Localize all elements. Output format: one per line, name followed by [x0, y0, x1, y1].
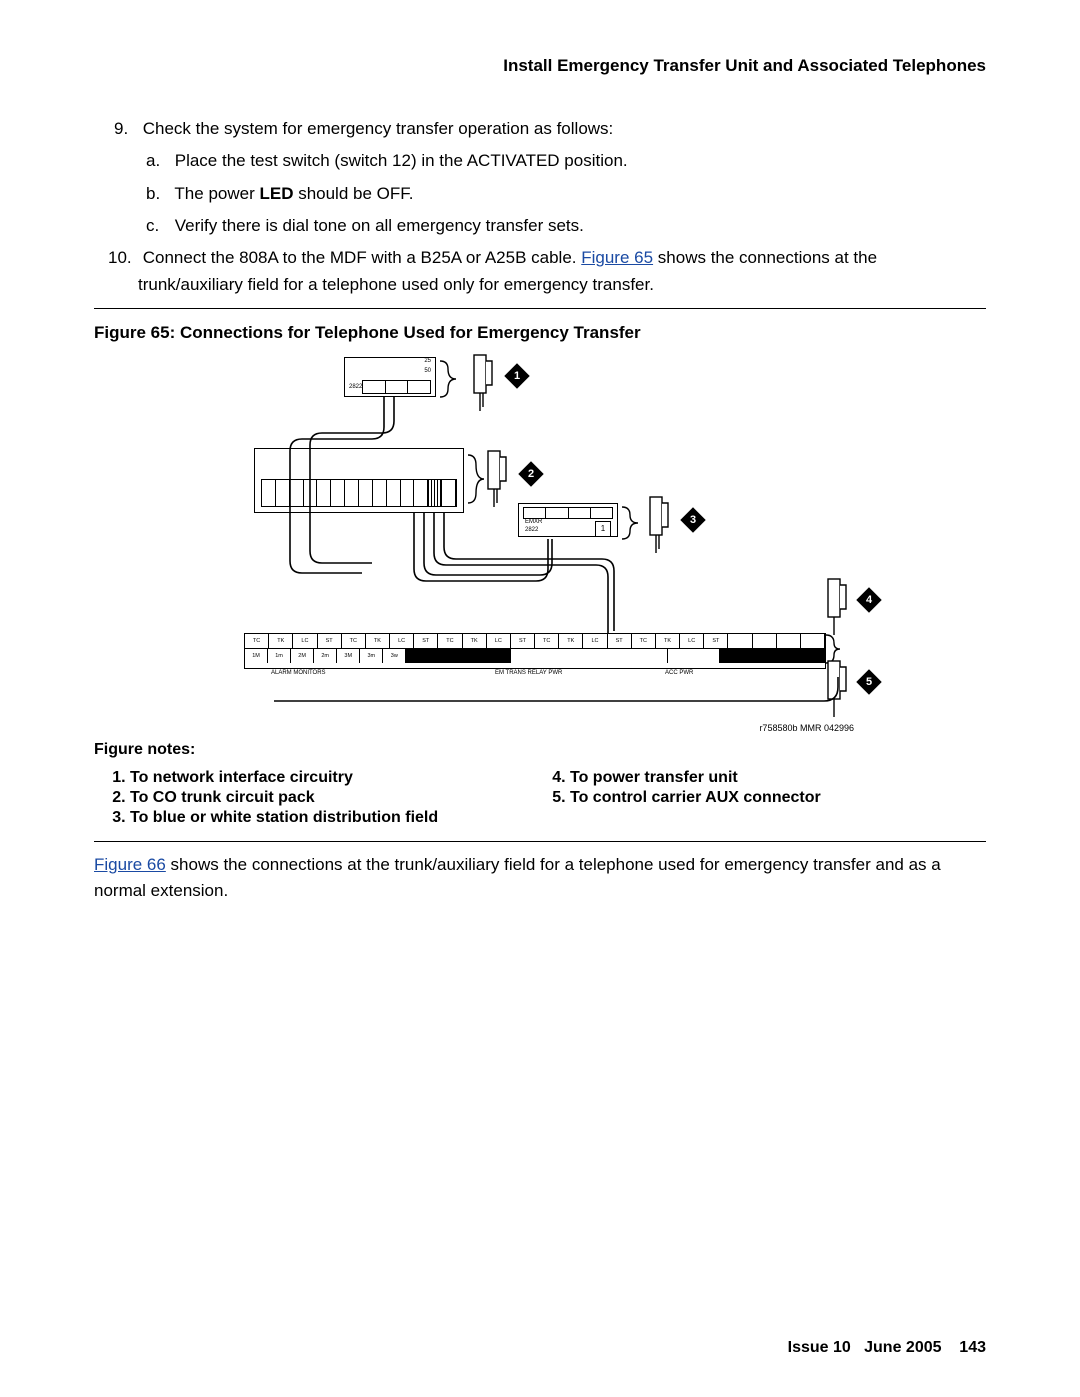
step-9: 9. Check the system for emergency transf…: [138, 116, 986, 142]
figure-65-diagram: 25 50 2822: [274, 353, 874, 733]
label-emxr: EMXR: [525, 519, 542, 525]
label-acc-pwr: ACC PWR: [665, 670, 693, 676]
step-9c-text: Verify there is dial tone on all emergen…: [175, 216, 584, 235]
step-10: 10. Connect the 808A to the MDF with a B…: [138, 245, 986, 298]
figure-66-link[interactable]: Figure 66: [94, 855, 166, 874]
step-9-number: 9.: [114, 116, 138, 142]
figure-note-item: To CO trunk circuit pack: [130, 789, 550, 807]
step-9b: b. The power LED should be OFF.: [170, 181, 986, 207]
figure-note-item: To power transfer unit: [570, 769, 850, 787]
figure-notes: To network interface circuitry To CO trun…: [110, 769, 986, 829]
footer-date: June 2005: [864, 1339, 941, 1356]
callout-4: 4: [856, 587, 881, 612]
step-10-number: 10.: [108, 245, 138, 271]
step-9a: a. Place the test switch (switch 12) in …: [170, 148, 986, 174]
callout-1: 1: [504, 363, 529, 388]
footer-issue: Issue 10: [788, 1339, 851, 1356]
callout-2: 2: [518, 461, 543, 486]
horizontal-rule: [94, 308, 986, 309]
step-9-text: Check the system for emergency transfer …: [143, 119, 614, 138]
step-9b-text-before: The power: [174, 184, 259, 203]
step-9c-letter: c.: [146, 213, 170, 239]
step-9c: c. Verify there is dial tone on all emer…: [170, 213, 986, 239]
figure-note-item: To control carrier AUX connector: [570, 789, 850, 807]
step-9b-bold: LED: [259, 184, 293, 203]
after-text: shows the connections at the trunk/auxil…: [94, 855, 941, 900]
label-50: 50: [424, 368, 431, 374]
callout-5: 5: [856, 669, 881, 694]
step-10-pre: Connect the 808A to the MDF with a B25A …: [143, 248, 582, 267]
step-9b-text-after: should be OFF.: [293, 184, 413, 203]
step-9b-letter: b.: [146, 181, 170, 207]
figure-note-item: To blue or white station distribution fi…: [130, 809, 550, 827]
step-9a-text: Place the test switch (switch 12) in the…: [175, 151, 628, 170]
figure-65-title: Figure 65: Connections for Telephone Use…: [94, 323, 986, 343]
step-9a-letter: a.: [146, 148, 170, 174]
label-2822: 2822: [349, 384, 362, 390]
figure-note-item: To network interface circuitry: [130, 769, 550, 787]
label-25: 25: [424, 358, 431, 364]
page-header: Install Emergency Transfer Unit and Asso…: [94, 56, 986, 76]
label-alarm-monitors: ALARM MONITORS: [271, 670, 326, 676]
page-footer: Issue 10 June 2005 143: [788, 1339, 986, 1357]
label-em-trans: EM TRANS RELAY PWR: [495, 670, 562, 676]
figure-notes-title: Figure notes:: [94, 741, 986, 759]
after-paragraph: Figure 66 shows the connections at the t…: [94, 852, 986, 905]
figure-id-label: r758580b MMR 042996: [759, 723, 854, 733]
label-2822-b: 2822: [525, 527, 538, 533]
horizontal-rule-2: [94, 841, 986, 842]
figure-65-link[interactable]: Figure 65: [581, 248, 653, 267]
label-1-box: 1: [595, 521, 611, 537]
callout-3: 3: [680, 507, 705, 532]
footer-page: 143: [959, 1339, 986, 1356]
